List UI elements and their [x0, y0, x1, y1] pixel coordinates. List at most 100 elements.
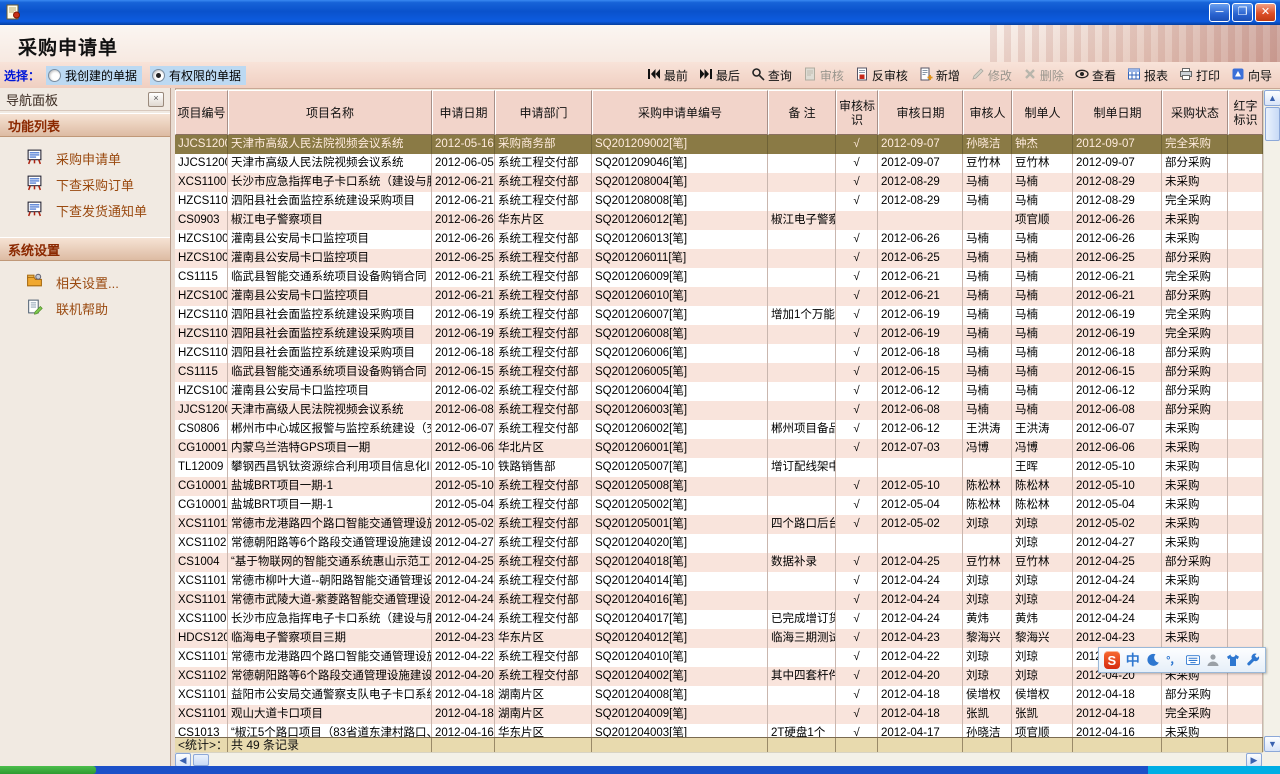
table-row[interactable]: CG10001-1盐城BRT项目一期-12012-05-10系统工程交付部SQ2…: [175, 477, 1263, 496]
sidebar-section-header-0[interactable]: 功能列表: [0, 113, 170, 137]
column-header-audit-date[interactable]: 审核日期: [878, 90, 963, 135]
column-header-auditor[interactable]: 审核人: [963, 90, 1012, 135]
column-header-audit-flag[interactable]: 审核标识: [836, 90, 878, 135]
start-button-sliver[interactable]: [0, 766, 96, 774]
report-icon: [1127, 67, 1141, 84]
sidebar-item-下查发货通知单[interactable]: 下查发货通知单: [0, 197, 170, 223]
vertical-scroll-thumb[interactable]: [1265, 107, 1280, 141]
radio-icon[interactable]: [48, 69, 61, 82]
table-row[interactable]: JJCS12005天津市高级人民法院视频会议系统2012-05-16采购商务部S…: [175, 135, 1263, 154]
panel-close-icon[interactable]: ×: [148, 92, 164, 107]
table-row[interactable]: TL12009攀钢西昌钒钛资源综合利用项目信息化III标2012-05-10铁路…: [175, 458, 1263, 477]
toolbar-button-新增[interactable]: 新增: [919, 67, 960, 84]
toolbar-button-查看[interactable]: 查看: [1075, 67, 1116, 84]
skin-icon[interactable]: [1226, 652, 1240, 668]
scroll-right-icon[interactable]: ▶: [1246, 753, 1262, 767]
table-row[interactable]: HZCS11005泗阳县社会面监控系统建设采购项目2012-06-19系统工程交…: [175, 325, 1263, 344]
column-header-project-code[interactable]: 项目编号: [175, 90, 228, 135]
table-row[interactable]: CS0903椒江电子警察项目2012-06-26华东片区SQ201206012[…: [175, 211, 1263, 230]
filter-option-1[interactable]: 有权限的单据: [150, 66, 246, 85]
table-row[interactable]: HZCS11005泗阳县社会面监控系统建设采购项目2012-06-21系统工程交…: [175, 192, 1263, 211]
person-icon[interactable]: [1206, 652, 1220, 668]
toolbar-button-打印[interactable]: 打印: [1179, 67, 1220, 84]
table-row[interactable]: JJCS12005天津市高级人民法院视频会议系统2012-06-08系统工程交付…: [175, 401, 1263, 420]
table-row[interactable]: XCS11006长沙市应急指挥电子卡口系统（建设与服务2012-06-21系统工…: [175, 173, 1263, 192]
chinese-mode-icon[interactable]: 中: [1126, 652, 1140, 668]
table-row[interactable]: CS1115临武县智能交通系统项目设备购销合同（前2012-06-15系统工程交…: [175, 363, 1263, 382]
column-header-purchase-status[interactable]: 采购状态: [1162, 90, 1228, 135]
filter-option-0[interactable]: 我创建的单据: [46, 66, 142, 85]
table-row[interactable]: HZCS10012灌南县公安局卡口监控项目2012-06-26系统工程交付部SQ…: [175, 230, 1263, 249]
cell-auditor: 马楠: [963, 192, 1012, 211]
punctuation-icon[interactable]: °，: [1166, 652, 1180, 668]
cell-project-name: 常德市柳叶大道--朝阳路智能交通管理设施: [228, 572, 432, 591]
table-row[interactable]: CS1013“椒江5个路口项目（83省道东津村路口、822012-04-16华东…: [175, 724, 1263, 737]
filter-option-label: 有权限的单据: [169, 67, 241, 84]
table-row[interactable]: JJCS12005天津市高级人民法院视频会议系统2012-06-05系统工程交付…: [175, 154, 1263, 173]
table-row[interactable]: CS1004“基于物联网的智能交通系统惠山示范工程（2012-04-25系统工程…: [175, 553, 1263, 572]
moon-icon[interactable]: [1146, 652, 1160, 668]
table-row[interactable]: XCS11019-1常德市武陵大道-紫菱路智能交通管理设施建2012-04-24…: [175, 591, 1263, 610]
table-row[interactable]: CG10001-1盐城BRT项目一期-12012-05-04系统工程交付部SQ2…: [175, 496, 1263, 515]
sidebar-item-采购申请单[interactable]: 采购申请单: [0, 145, 170, 171]
cell-red-flag: [1228, 401, 1263, 420]
column-header-create-date[interactable]: 制单日期: [1073, 90, 1162, 135]
wrench-icon[interactable]: [1246, 652, 1260, 668]
table-row[interactable]: HDCS12029临海电子警察项目三期2012-04-23华东片区SQ20120…: [175, 629, 1263, 648]
table-row[interactable]: CS1115临武县智能交通系统项目设备购销合同（前2012-06-21系统工程交…: [175, 268, 1263, 287]
scroll-left-icon[interactable]: ◀: [175, 753, 191, 767]
table-row[interactable]: HZCS11005泗阳县社会面监控系统建设采购项目2012-06-19系统工程交…: [175, 306, 1263, 325]
table-row[interactable]: XCS11021常德朝阳路等6个路段交通管理设施建设工程2012-04-27系统…: [175, 534, 1263, 553]
cell-creator: 刘琼: [1012, 515, 1073, 534]
cell-auditor: 冯博: [963, 439, 1012, 458]
minimize-button[interactable]: ─: [1209, 3, 1230, 22]
table-row[interactable]: XCS11019-2常德市柳叶大道--朝阳路智能交通管理设施2012-04-24…: [175, 572, 1263, 591]
table-row[interactable]: XCS11012益阳市公安局交通警察支队电子卡口系统项2012-04-18湖南片…: [175, 686, 1263, 705]
cell-purchase-status: 未采购: [1162, 420, 1228, 439]
column-header-red-flag[interactable]: 红字标识: [1228, 90, 1263, 135]
scroll-up-icon[interactable]: ▲: [1264, 90, 1280, 106]
table-row[interactable]: CS0806郴州市中心城区报警与监控系统建设（交警2012-06-07系统工程交…: [175, 420, 1263, 439]
toolbar-button-label: 反审核: [872, 67, 908, 84]
cell-project-name: “基于物联网的智能交通系统惠山示范工程（: [228, 553, 432, 572]
toolbar-button-最后[interactable]: 最后: [699, 67, 740, 84]
column-header-creator[interactable]: 制单人: [1012, 90, 1073, 135]
table-row[interactable]: XCS11016观山大道卡口项目2012-04-18湖南片区SQ20120400…: [175, 705, 1263, 724]
scroll-down-icon[interactable]: ▼: [1264, 736, 1280, 752]
radio-icon[interactable]: [152, 69, 165, 82]
toolbar-button-报表[interactable]: 报表: [1127, 67, 1168, 84]
column-header-request-dept[interactable]: 申请部门: [495, 90, 592, 135]
column-header-remark[interactable]: 备 注: [768, 90, 836, 135]
cell-request-date: 2012-05-10: [432, 458, 495, 477]
toolbar-button-向导[interactable]: 向导: [1231, 67, 1272, 84]
sidebar-item-相关设置...[interactable]: 相关设置...: [0, 269, 170, 295]
cell-red-flag: [1228, 591, 1263, 610]
statistics-cell: [1073, 738, 1162, 753]
keyboard-icon[interactable]: [1186, 652, 1200, 668]
table-row[interactable]: HZCS10012灌南县公安局卡口监控项目2012-06-21系统工程交付部SQ…: [175, 287, 1263, 306]
sidebar-item-联机帮助[interactable]: 联机帮助: [0, 295, 170, 321]
column-header-request-date[interactable]: 申请日期: [432, 90, 495, 135]
horizontal-scroll-thumb[interactable]: [193, 754, 209, 766]
cell-remark: [768, 325, 836, 344]
column-header-project-name[interactable]: 项目名称: [228, 90, 432, 135]
table-row[interactable]: CG10001内蒙乌兰浩特GPS项目一期2012-06-06华北片区SQ2012…: [175, 439, 1263, 458]
restore-button[interactable]: ❐: [1232, 3, 1253, 22]
column-header-request-no[interactable]: 采购申请单编号: [592, 90, 768, 135]
sidebar-section-header-1[interactable]: 系统设置: [0, 237, 170, 261]
toolbar-button-查询[interactable]: 查询: [751, 67, 792, 84]
cell-create-date: 2012-06-06: [1073, 439, 1162, 458]
toolbar-button-反审核[interactable]: 反审核: [855, 67, 908, 84]
toolbar-button-最前[interactable]: 最前: [647, 67, 688, 84]
table-row[interactable]: HZCS10012灌南县公安局卡口监控项目2012-06-02系统工程交付部SQ…: [175, 382, 1263, 401]
sogou-logo[interactable]: S: [1104, 651, 1120, 669]
cell-creator: 马楠: [1012, 287, 1073, 306]
close-button[interactable]: ✕: [1255, 3, 1276, 22]
table-row[interactable]: HZCS11005泗阳县社会面监控系统建设采购项目2012-06-18系统工程交…: [175, 344, 1263, 363]
sidebar-item-下查采购订单[interactable]: 下查采购订单: [0, 171, 170, 197]
table-row[interactable]: XCS11006长沙市应急指挥电子卡口系统（建设与服务2012-04-24系统工…: [175, 610, 1263, 629]
table-row[interactable]: HZCS10012灌南县公安局卡口监控项目2012-06-25系统工程交付部SQ…: [175, 249, 1263, 268]
horizontal-scrollbar[interactable]: ◀ ▶: [175, 752, 1263, 767]
statistics-cell: [432, 738, 495, 753]
table-row[interactable]: XCS11011常德市龙港路四个路口智能交通管理设施建2012-05-02系统工…: [175, 515, 1263, 534]
